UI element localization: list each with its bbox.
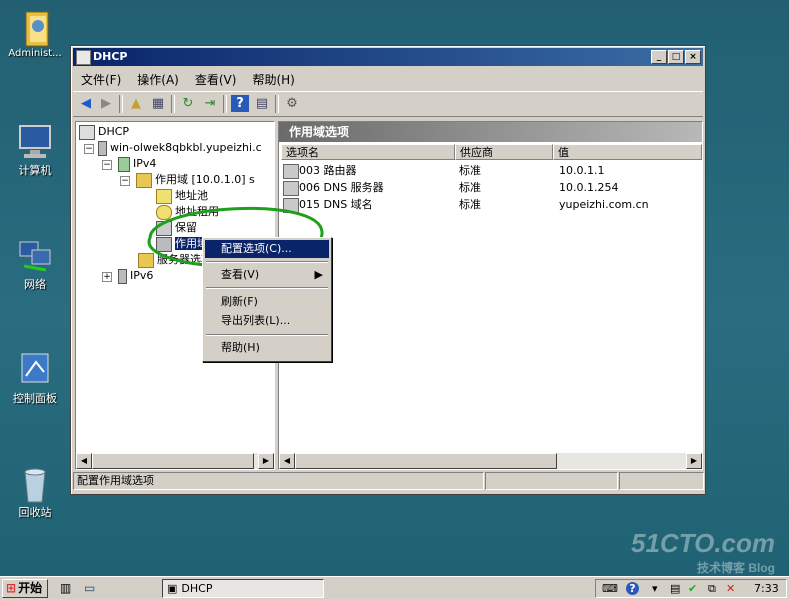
watermark: 51CTO.com 技术博客 Blog: [630, 528, 775, 575]
windows-logo-icon: ⊞: [6, 581, 17, 595]
menu-item-refresh[interactable]: 刷新(F): [205, 293, 329, 311]
menu-separator: [206, 261, 328, 263]
dhcp-app-icon: ▣: [167, 582, 178, 595]
menu-item-view-label: 查看(V): [221, 268, 260, 281]
start-button[interactable]: ⊞ 开始: [2, 579, 48, 598]
context-menu: 配置选项(C)... 查看(V) ▶ 刷新(F) 导出列表(L)... 帮助(H): [202, 237, 332, 362]
system-tray: ⌨ ? ▾ ▤ ✔ ⧉ ✕ 7:33: [595, 579, 787, 598]
taskbar-button-dhcp[interactable]: ▣ DHCP: [162, 579, 324, 598]
check-icon[interactable]: ✔: [688, 580, 697, 597]
menu-item-help[interactable]: 帮助(H): [205, 339, 329, 357]
volume-muted-icon[interactable]: ✕: [726, 580, 735, 597]
server-manager-icon[interactable]: ▥: [60, 581, 71, 595]
menu-item-export-list[interactable]: 导出列表(L)...: [205, 312, 329, 330]
taskbar: ⊞ 开始 ▥ ▭ ▣ DHCP ⌨ ? ▾ ▤ ✔ ⧉ ✕ 7:33: [0, 576, 789, 599]
show-desktop-icon[interactable]: ▭: [84, 581, 95, 595]
help-icon[interactable]: ?: [626, 582, 639, 595]
menu-item-view[interactable]: 查看(V) ▶: [205, 266, 329, 284]
clock[interactable]: 7:33: [754, 580, 779, 597]
network-status-icon[interactable]: ⧉: [708, 580, 716, 597]
menu-separator: [206, 334, 328, 336]
tray-arrow-icon[interactable]: ▾: [652, 580, 658, 597]
server-status-icon[interactable]: ▤: [670, 580, 680, 597]
menu-item-configure-options[interactable]: 配置选项(C)...: [205, 240, 329, 258]
menu-separator: [206, 287, 328, 289]
annotation-ellipse: [147, 206, 324, 268]
submenu-arrow-icon: ▶: [314, 268, 323, 281]
keyboard-icon[interactable]: ⌨: [602, 580, 618, 597]
